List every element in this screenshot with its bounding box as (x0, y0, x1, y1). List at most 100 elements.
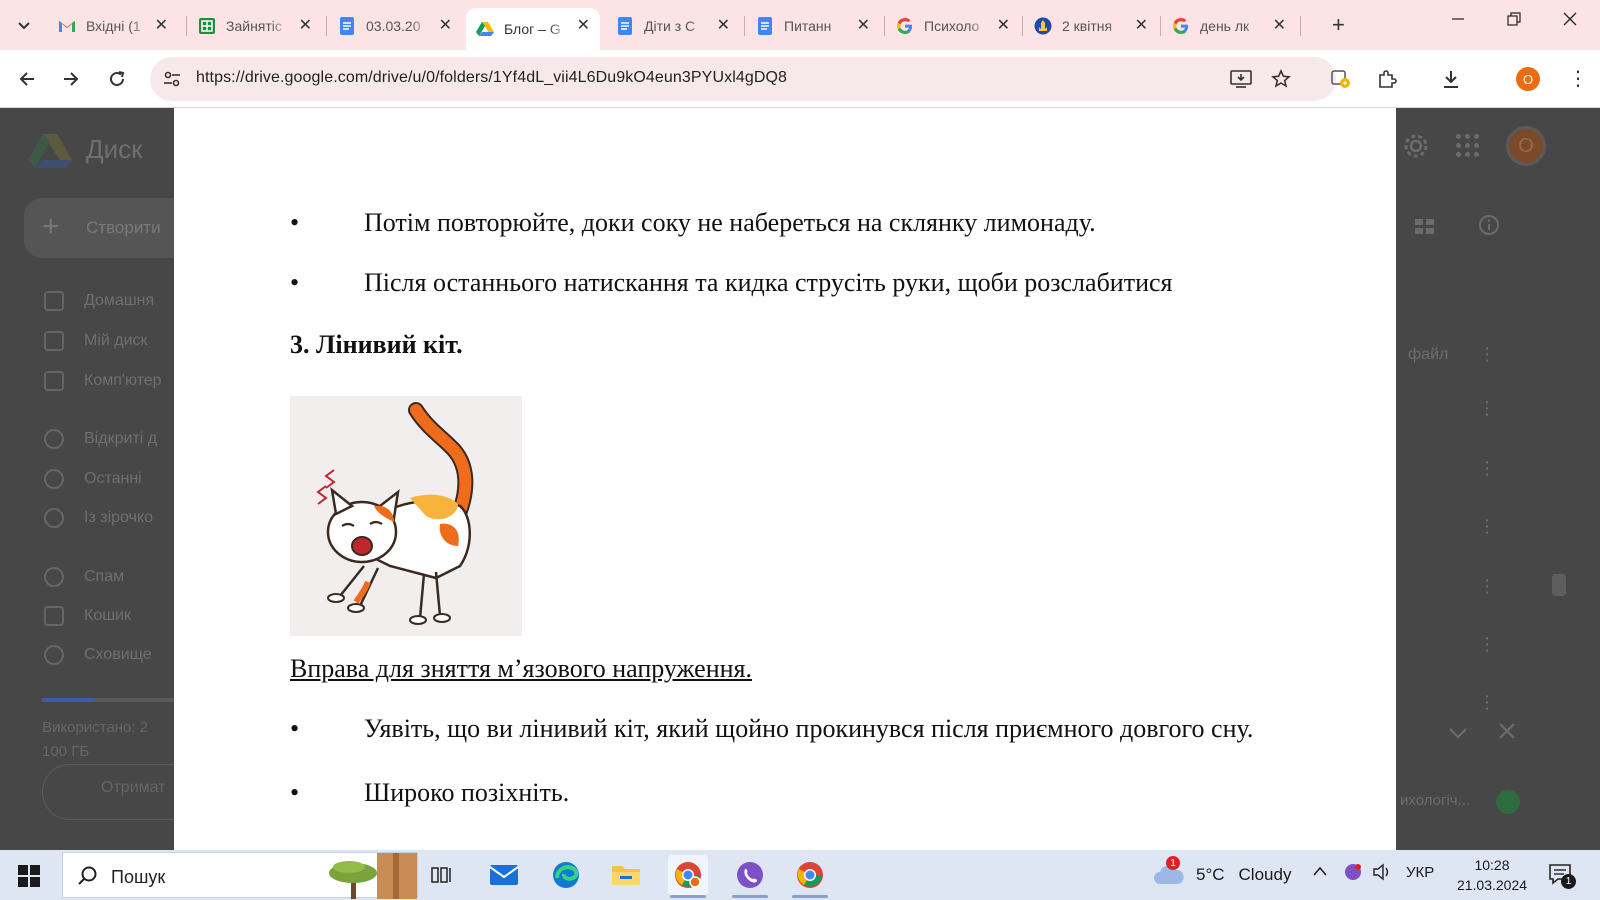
restore-icon (1507, 12, 1521, 26)
close-tab-icon[interactable]: ✕ (997, 17, 1010, 35)
downloads-icon[interactable] (1438, 66, 1464, 92)
grid-view-icon[interactable] (1414, 216, 1436, 242)
nav-item-my-drive[interactable]: Мій диск (44, 328, 148, 354)
tab-sheets[interactable]: Зайнятіс ✕ (188, 8, 322, 44)
forward-button[interactable] (58, 66, 84, 92)
close-icon (1563, 12, 1577, 26)
viber-app[interactable] (730, 855, 770, 898)
chrome-app[interactable] (790, 855, 830, 898)
tab-docs-2[interactable]: Діти з С ✕ (606, 8, 740, 44)
chrome-app-active[interactable] (668, 855, 708, 898)
drive-icon (476, 20, 494, 38)
tab-title: Блог – G (504, 21, 561, 37)
row-menu-icon[interactable]: ⋮ (1478, 576, 1496, 597)
plus-icon: + (42, 210, 60, 243)
back-button[interactable] (14, 66, 40, 92)
file-label: файл (1408, 346, 1449, 363)
arrow-left-icon (19, 72, 34, 86)
exercise-subheading: Вправа для зняття м’язового напруження. (290, 654, 753, 683)
bookmark-star-icon[interactable] (1270, 68, 1292, 90)
close-tab-icon[interactable]: ✕ (299, 17, 312, 35)
extensions-puzzle-icon[interactable] (1374, 66, 1400, 92)
nav-item-computers[interactable]: Комп'ютер (44, 368, 162, 394)
close-window-button[interactable] (1550, 10, 1590, 31)
browser-menu-icon[interactable]: ⋮ (1568, 66, 1588, 91)
google-apps-icon[interactable] (1456, 134, 1480, 158)
close-tab-icon[interactable]: ✕ (857, 17, 870, 35)
file-explorer-app[interactable] (606, 855, 646, 895)
task-view-button[interactable] (422, 855, 462, 895)
new-tab-button[interactable]: + (1332, 12, 1345, 38)
windows-start-icon[interactable] (18, 865, 40, 887)
translate-extension-icon[interactable] (1328, 66, 1354, 92)
docs-icon (338, 17, 356, 35)
url-text[interactable]: https://drive.google.com/drive/u/0/folde… (196, 69, 787, 87)
mail-app[interactable] (484, 855, 524, 895)
install-app-icon[interactable] (1230, 68, 1252, 90)
drive-brand: Диск (86, 134, 143, 164)
close-tab-icon[interactable]: ✕ (717, 17, 730, 35)
weather-widget[interactable]: 1 5°C Cloudy (1152, 856, 1291, 888)
scrollbar-thumb[interactable] (1552, 574, 1566, 596)
tab-docs-1[interactable]: 03.03.20 ✕ (328, 8, 462, 44)
row-menu-icon[interactable]: ⋮ (1478, 692, 1496, 713)
tab-search-button[interactable] (10, 12, 38, 40)
google-icon (1172, 17, 1190, 35)
account-avatar[interactable]: O (1506, 126, 1546, 166)
computers-icon (44, 371, 64, 391)
tab-ukraine[interactable]: 2 квітня ✕ (1024, 8, 1158, 44)
language-indicator[interactable]: УКР (1406, 864, 1434, 881)
tree-illustration-icon (321, 853, 417, 899)
info-icon[interactable] (1478, 214, 1500, 242)
nav-item-shared[interactable]: Відкриті д (44, 426, 157, 452)
browser-toolbar: https://drive.google.com/drive/u/0/folde… (0, 50, 1600, 108)
tab-gmail[interactable]: Вхідні (1 ✕ (48, 8, 178, 44)
row-menu-icon[interactable]: ⋮ (1478, 458, 1496, 479)
nav-item-home[interactable]: Домашня (44, 288, 154, 314)
restore-button[interactable] (1494, 10, 1534, 31)
close-tab-icon[interactable]: ✕ (155, 17, 168, 35)
notifications-icon[interactable]: 1 (1548, 863, 1576, 889)
chevron-up-icon[interactable] (1312, 864, 1328, 882)
folder-icon (612, 866, 640, 885)
row-menu-icon[interactable]: ⋮ (1478, 516, 1496, 537)
close-tab-icon[interactable]: ✕ (1273, 17, 1286, 35)
check-circle-icon (1496, 790, 1520, 814)
tab-google-1[interactable]: Психоло ✕ (886, 8, 1020, 44)
chrome-icon (675, 862, 701, 888)
viber-tray-icon[interactable] (1344, 863, 1362, 886)
tab-google-2[interactable]: день лк ✕ (1162, 8, 1296, 44)
upload-file-name: ихологіч... (1400, 792, 1471, 809)
row-menu-icon[interactable]: ⋮ (1478, 344, 1496, 365)
gmail-icon (58, 17, 76, 35)
nav-item-trash[interactable]: Кошик (44, 603, 131, 629)
clock[interactable]: 10:28 21.03.2024 (1452, 855, 1532, 895)
tab-title: Психоло (924, 18, 980, 34)
edge-app[interactable] (546, 855, 586, 895)
ukraine-emblem-icon (1034, 17, 1052, 35)
settings-gear-icon[interactable] (1402, 132, 1430, 160)
row-menu-icon[interactable]: ⋮ (1478, 398, 1496, 419)
minimize-button[interactable] (1438, 10, 1478, 31)
address-bar[interactable]: https://drive.google.com/drive/u/0/folde… (150, 57, 1336, 101)
sheets-icon (198, 17, 216, 35)
tab-title: Питанн (784, 18, 832, 34)
close-tab-icon[interactable]: ✕ (1135, 17, 1148, 35)
nav-item-starred[interactable]: Із зірочко (44, 505, 153, 531)
close-tab-icon[interactable]: ✕ (439, 17, 452, 35)
speaker-icon[interactable] (1372, 863, 1392, 886)
nav-item-spam[interactable]: Спам (44, 564, 124, 590)
nav-item-recent[interactable]: Останні (44, 466, 142, 492)
nav-item-storage[interactable]: Сховище (44, 642, 152, 668)
tab-drive-active[interactable]: Блог – G ✕ (466, 8, 600, 50)
profile-avatar[interactable]: O (1516, 67, 1540, 91)
chevron-down-icon[interactable] (1448, 720, 1468, 746)
close-icon[interactable] (1498, 720, 1516, 746)
close-tab-icon[interactable]: ✕ (577, 17, 590, 35)
taskbar-search[interactable]: Пошук (62, 852, 418, 899)
google-icon (896, 17, 914, 35)
row-menu-icon[interactable]: ⋮ (1478, 634, 1496, 655)
reload-button[interactable] (104, 66, 130, 92)
site-info-icon[interactable] (162, 69, 182, 89)
tab-docs-3[interactable]: Питанн ✕ (746, 8, 880, 44)
